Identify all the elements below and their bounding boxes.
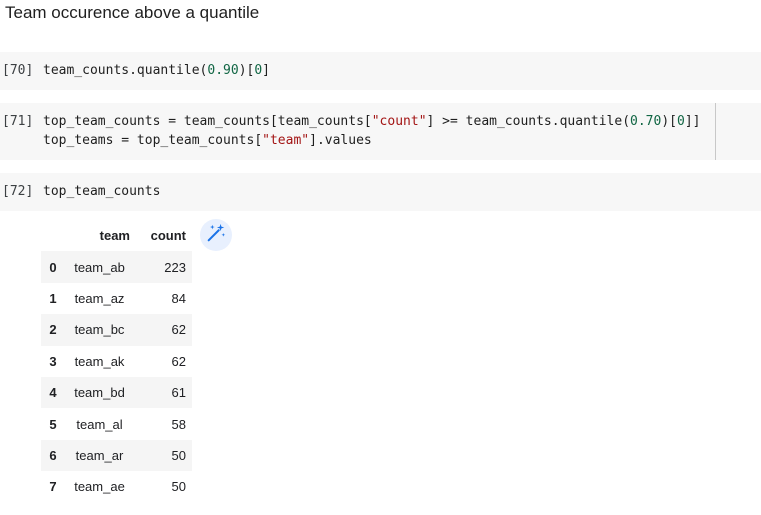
- table-row: 4 team_bd 61: [41, 376, 192, 409]
- row-index: 7: [49, 479, 57, 495]
- code-token: )[: [238, 63, 255, 78]
- code-line[interactable]: team_counts.quantile(0.90)[0]: [43, 63, 270, 78]
- team-cell: team_al: [76, 416, 123, 432]
- table-row: 6 team_ar 50: [41, 439, 192, 472]
- suggest-charts-button[interactable]: [200, 219, 232, 251]
- code-token: ].values: [309, 133, 372, 148]
- code-token: "count": [371, 114, 427, 129]
- table-row: 1 team_az 84: [41, 283, 192, 314]
- code-cell-70[interactable]: [70] team_counts.quantile(0.90)[0]: [0, 52, 761, 90]
- table-row: 7 team_ae 50: [41, 471, 192, 502]
- code-token: 0.70: [630, 114, 662, 129]
- count-cell: 62: [171, 322, 186, 338]
- code-token: )[: [661, 114, 677, 129]
- execution-count: [71]: [2, 114, 34, 129]
- magic-wand-sparkle-icon: [205, 222, 227, 249]
- code-token: 0: [677, 114, 685, 129]
- count-cell: 58: [171, 416, 186, 432]
- code-token: top_team_counts: [43, 184, 161, 199]
- code-line[interactable]: top_team_counts: [43, 184, 160, 199]
- code-token: 0.90: [207, 63, 239, 78]
- count-cell: 84: [171, 290, 186, 306]
- row-index: 3: [49, 353, 57, 369]
- count-cell: 50: [171, 447, 186, 463]
- editor-vertical-ruler: [715, 103, 716, 160]
- row-index: 0: [49, 259, 57, 275]
- table-header-row: team count: [41, 220, 192, 251]
- column-header-team: team: [99, 228, 130, 244]
- team-cell: team_ar: [75, 447, 124, 463]
- count-cell: 223: [164, 259, 186, 275]
- row-index: 5: [49, 416, 57, 432]
- count-cell: 50: [171, 479, 186, 495]
- code-token: ]]: [684, 114, 701, 129]
- team-cell: team_az: [74, 290, 125, 306]
- table-row: 2 team_bc 62: [41, 314, 192, 346]
- code-token: top_team_counts = team_counts[team_count…: [43, 114, 372, 129]
- team-cell: team_bd: [74, 385, 125, 401]
- code-line[interactable]: top_team_counts = team_counts[team_count…: [43, 114, 700, 129]
- code-cell-71[interactable]: [71] top_team_counts = team_counts[team_…: [0, 103, 761, 160]
- row-index: 2: [49, 322, 57, 338]
- table-row: 3 team_ak 62: [41, 346, 192, 377]
- count-cell: 62: [171, 353, 186, 369]
- table-row: 0 team_ab 223: [41, 251, 192, 283]
- code-token: top_teams = top_team_counts[: [43, 133, 263, 148]
- dataframe-output-table: team count 0 team_ab 223 1 team_az 84 2 team_bc…: [41, 220, 192, 503]
- execution-count: [72]: [2, 184, 34, 199]
- execution-count: [70]: [2, 63, 34, 78]
- row-index: 1: [49, 290, 57, 306]
- code-token: team_counts.quantile(: [43, 63, 208, 78]
- code-token: "team": [262, 133, 310, 148]
- team-cell: team_ak: [74, 353, 125, 369]
- team-cell: team_bc: [74, 322, 125, 338]
- column-header-count: count: [150, 228, 186, 244]
- code-cell-72[interactable]: [72] top_team_counts: [0, 173, 761, 211]
- code-line[interactable]: top_teams = top_team_counts["team"].valu…: [43, 133, 372, 148]
- count-cell: 61: [171, 385, 186, 401]
- row-index: 4: [49, 385, 57, 401]
- row-index: 6: [49, 447, 57, 463]
- code-token: ]: [262, 63, 270, 78]
- team-cell: team_ae: [74, 479, 125, 495]
- table-row: 5 team_al 58: [41, 408, 192, 439]
- team-cell: team_ab: [74, 259, 125, 275]
- index-header: [41, 220, 65, 251]
- code-token: ] >= team_counts.quantile(: [426, 114, 631, 129]
- section-heading: Team occurence above a quantile: [5, 3, 260, 22]
- code-token: 0: [254, 63, 263, 78]
- notebook-page: Team occurence above a quantile [70] tea…: [0, 0, 761, 515]
